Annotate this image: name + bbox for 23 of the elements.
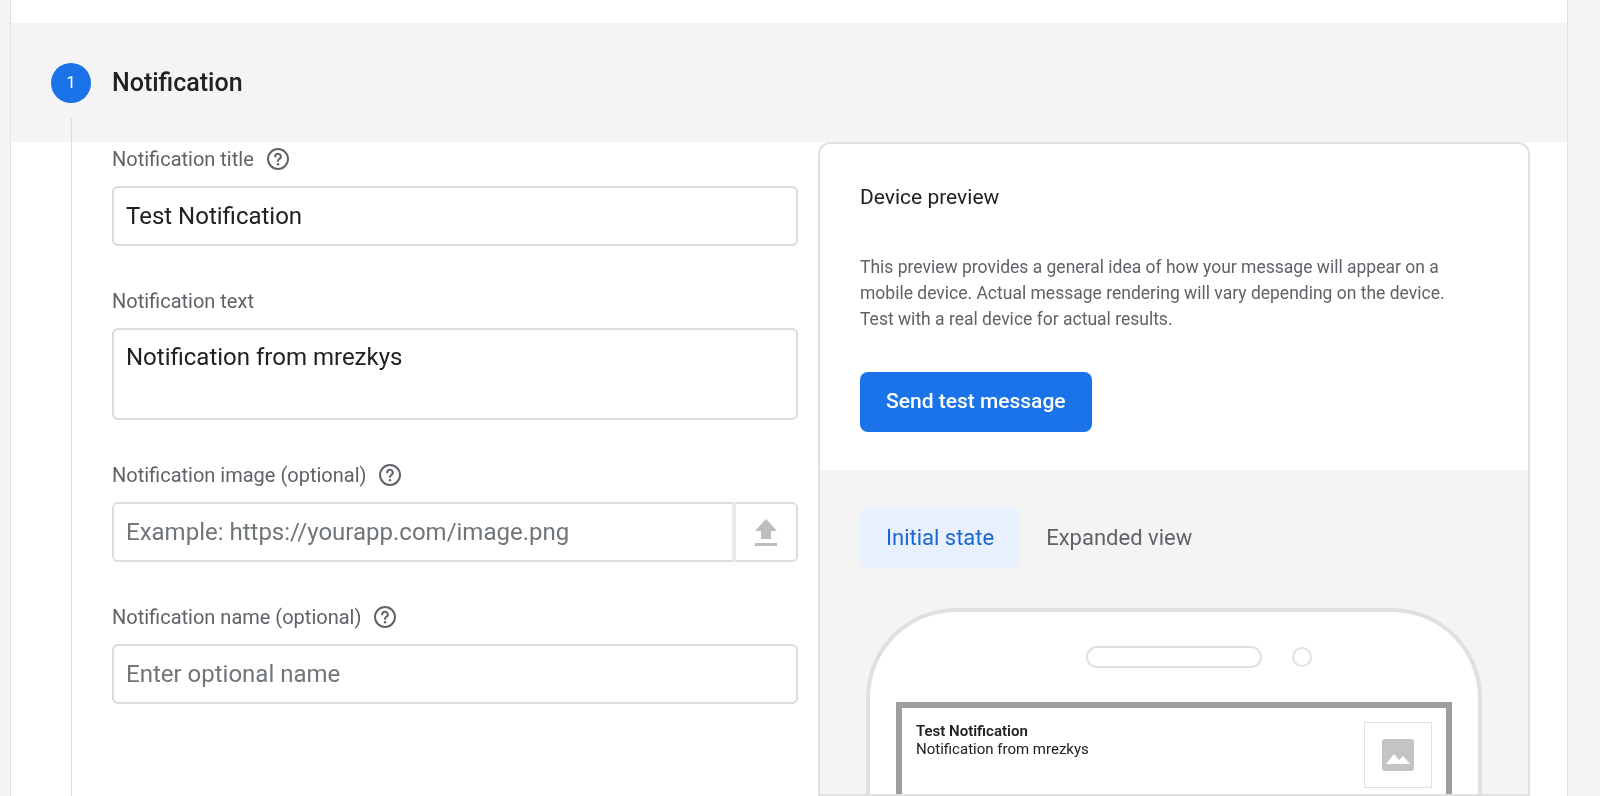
notification-text-field[interactable]: Notification from mrezkys <box>112 328 798 420</box>
text-field[interactable]: Test Notification <box>112 186 798 246</box>
preview-title: Device preview <box>860 184 1000 211</box>
field-label: Notification name (optional) <box>112 604 362 631</box>
send-test-button[interactable]: Send test message <box>860 371 1092 432</box>
step-title: Notification <box>112 66 243 99</box>
image-icon <box>1382 738 1414 771</box>
phone-camera <box>1292 646 1312 667</box>
upload-icon <box>753 517 779 547</box>
image-url-field[interactable]: Example: https://yourapp.com/image.png <box>112 502 732 562</box>
preview-description: This preview provides a general idea of how your message will appear on a mobile device. Actual message rendering will vary depending on the device. Test with a real device for actual results. <box>860 255 1446 331</box>
preview-tab[interactable]: Initial state <box>860 507 1021 568</box>
help-icon[interactable] <box>265 147 290 171</box>
preview-tab[interactable]: Expanded view <box>1028 507 1211 568</box>
field-label: Notification title <box>112 146 254 173</box>
field-label: Notification text <box>112 288 254 315</box>
field-label: Notification image (optional) <box>112 462 367 489</box>
help-icon[interactable] <box>373 605 398 629</box>
notification-body: Notification from mrezkys <box>916 739 1089 758</box>
help-icon[interactable] <box>378 463 403 487</box>
step-number: 1 <box>51 62 91 103</box>
text-field[interactable]: Enter optional name <box>112 644 798 704</box>
notification-title: Test Notification <box>916 721 1029 740</box>
